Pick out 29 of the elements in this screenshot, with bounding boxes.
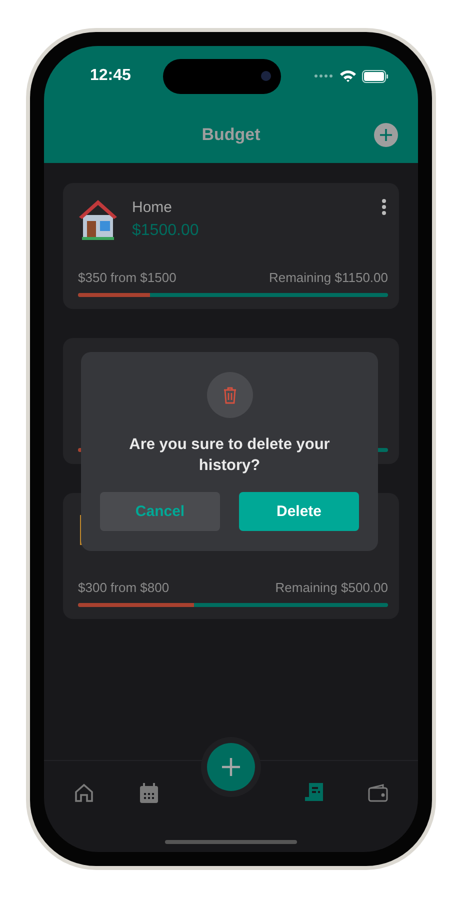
- calendar-icon: [140, 783, 158, 803]
- wallet-icon: [368, 784, 388, 802]
- home-icon: [74, 783, 94, 803]
- add-fab-button[interactable]: [207, 743, 255, 791]
- tab-button[interactable]: [366, 781, 390, 805]
- tab-button[interactable]: [72, 781, 96, 805]
- spent-text: $350 from $1500: [78, 270, 176, 285]
- add-button[interactable]: [374, 122, 398, 146]
- plus-icon: [379, 128, 393, 142]
- wifi-icon: [340, 70, 356, 82]
- camera-icon: [261, 71, 272, 81]
- remaining-text: Remaining $1150.00: [268, 270, 388, 285]
- remaining-text: Remaining $500.00: [275, 580, 388, 595]
- budget-amount: $1500.00: [132, 222, 200, 240]
- cancel-button[interactable]: Cancel: [100, 492, 220, 531]
- budget-card[interactable]: Home $1500.00 $350 from $1500 Remaining $1150.00: [63, 183, 399, 309]
- status-time: 12:45: [90, 67, 131, 85]
- delete-button[interactable]: Delete: [239, 492, 359, 531]
- budget-name: Home: [132, 199, 174, 216]
- receipt-icon: [304, 783, 322, 803]
- trash-icon: [222, 386, 236, 404]
- page-title: Budget: [202, 124, 260, 144]
- house-icon: [78, 197, 118, 241]
- plus-icon: [221, 757, 241, 777]
- dialog-message: Are you sure to delete your history?: [128, 435, 331, 476]
- more-icon: [382, 199, 386, 215]
- signal-icon: [314, 74, 334, 78]
- spent-text: $300 from $800: [78, 580, 170, 595]
- battery-icon: [362, 70, 388, 82]
